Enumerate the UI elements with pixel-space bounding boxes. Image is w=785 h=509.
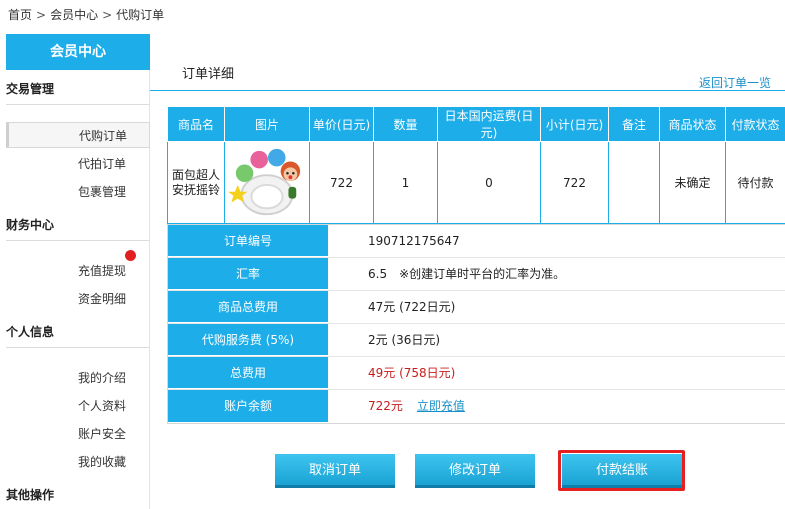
item-unit-price: 722 — [309, 141, 374, 224]
goods-total-label: 商品总费用 — [168, 291, 328, 323]
toy-rattle-image[interactable] — [228, 144, 306, 222]
breadcrumb: 首页 > 会员中心 > 代购订单 — [8, 6, 164, 23]
modify-order-button[interactable]: 修改订单 — [415, 454, 535, 488]
info-row-total: 总费用 49元 (758日元) — [168, 357, 785, 390]
sidebar-item-funds[interactable]: 资金明细 — [6, 286, 150, 312]
breadcrumb-home[interactable]: 首页 — [8, 6, 32, 23]
breadcrumb-separator: > — [36, 8, 47, 22]
rate-note: ※创建订单时平台的汇率为准。 — [399, 267, 566, 281]
info-row-service-fee: 代购服务费 (5%) 2元 (36日元) — [168, 324, 785, 357]
breadcrumb-separator: > — [102, 8, 113, 22]
column-header-pay-status: 付款状态 — [725, 106, 785, 142]
order-no-value: 190712175647 — [368, 234, 460, 248]
column-header-quantity: 数量 — [373, 106, 438, 142]
sidebar-group-other: 其他操作 — [6, 488, 55, 502]
order-info-panel: 订单编号 190712175647 汇率 6.5 ※创建订单时平台的汇率为准。 商… — [167, 224, 785, 424]
service-fee-value: 2元 (36日元) — [368, 333, 441, 347]
item-name[interactable]: 面包超人安抚摇铃 — [167, 141, 225, 224]
divider — [6, 347, 150, 348]
column-header-shipping: 日本国内运费(日元) — [437, 106, 541, 142]
item-remark — [608, 141, 660, 224]
pay-checkout-button[interactable]: 付款结账 — [562, 454, 682, 488]
rate-label: 汇率 — [168, 258, 328, 290]
info-row-rate: 汇率 6.5 ※创建订单时平台的汇率为准。 — [168, 258, 785, 291]
recharge-link[interactable]: 立即充值 — [417, 399, 465, 413]
divider — [167, 423, 785, 424]
sidebar-item-personal-info[interactable]: 个人资料 — [6, 393, 150, 419]
column-header-name: 商品名 — [167, 106, 225, 142]
order-items-table: 商品名 图片 单价(日元) 数量 日本国内运费(日元) 小计(日元) 备注 商品… — [167, 106, 785, 224]
column-header-image: 图片 — [224, 106, 310, 142]
table-header-row: 商品名 图片 单价(日元) 数量 日本国内运费(日元) 小计(日元) 备注 商品… — [167, 106, 785, 142]
total-value: 49元 (758日元) — [368, 366, 456, 380]
sidebar-item-intro[interactable]: 我的介绍 — [6, 365, 150, 391]
column-header-item-status: 商品状态 — [659, 106, 726, 142]
cancel-order-button[interactable]: 取消订单 — [275, 454, 395, 488]
item-image-cell — [224, 141, 310, 224]
sidebar-item-parcels[interactable]: 包裹管理 — [6, 179, 150, 205]
item-subtotal: 722 — [540, 141, 609, 224]
service-fee-label: 代购服务费 (5%) — [168, 324, 328, 356]
sidebar-header: 会员中心 — [6, 34, 150, 70]
breadcrumb-member[interactable]: 会员中心 — [50, 6, 98, 23]
sidebar: 会员中心 交易管理 代购订单 代拍订单 包裹管理 财务中心 充值提现 资金明细 … — [0, 34, 150, 509]
info-row-goods-total: 商品总费用 47元 (722日元) — [168, 291, 785, 324]
column-header-unit-price: 单价(日元) — [309, 106, 374, 142]
sidebar-group-finance: 财务中心 — [6, 218, 55, 232]
balance-label: 账户余额 — [168, 390, 328, 423]
divider — [6, 240, 150, 241]
goods-total-value: 47元 (722日元) — [368, 300, 456, 314]
balance-value: 722元 — [368, 399, 403, 413]
info-row-order-no: 订单编号 190712175647 — [168, 225, 785, 258]
item-pay-status: 待付款 — [725, 141, 785, 224]
item-shipping: 0 — [437, 141, 541, 224]
info-row-balance: 账户余额 722元 立即充值 — [168, 390, 785, 423]
order-no-label: 订单编号 — [168, 225, 328, 257]
sidebar-item-proxy-orders[interactable]: 代购订单 — [6, 122, 150, 148]
total-label: 总费用 — [168, 357, 328, 389]
back-to-orders-link[interactable]: 返回订单一览 — [699, 74, 771, 91]
sidebar-item-favorites[interactable]: 我的收藏 — [6, 449, 150, 475]
sidebar-group-trade: 交易管理 — [6, 82, 55, 96]
balance-value-cell: 722元 立即充值 — [328, 390, 465, 423]
sidebar-item-auction-orders[interactable]: 代拍订单 — [6, 151, 150, 177]
item-status: 未确定 — [659, 141, 726, 224]
item-quantity: 1 — [373, 141, 438, 224]
main-content: 订单详细 返回订单一览 商品名 图片 单价(日元) 数量 日本国内运费(日元) … — [150, 0, 785, 509]
sidebar-item-recharge[interactable]: 充值提现 — [6, 258, 150, 284]
rate-value-cell: 6.5 ※创建订单时平台的汇率为准。 — [328, 258, 565, 290]
tab-order-detail[interactable]: 订单详细 — [168, 60, 248, 90]
column-header-remark: 备注 — [608, 106, 660, 142]
table-row: 面包超人安抚摇铃 722 1 0 722 未确定 待付款 — [167, 141, 785, 224]
sidebar-item-security[interactable]: 账户安全 — [6, 421, 150, 447]
tab-underline — [150, 90, 785, 91]
column-header-subtotal: 小计(日元) — [540, 106, 609, 142]
sidebar-group-profile: 个人信息 — [6, 325, 55, 339]
divider — [6, 104, 150, 105]
rate-value: 6.5 — [368, 267, 388, 281]
total-value-cell: 49元 (758日元) — [328, 357, 455, 389]
